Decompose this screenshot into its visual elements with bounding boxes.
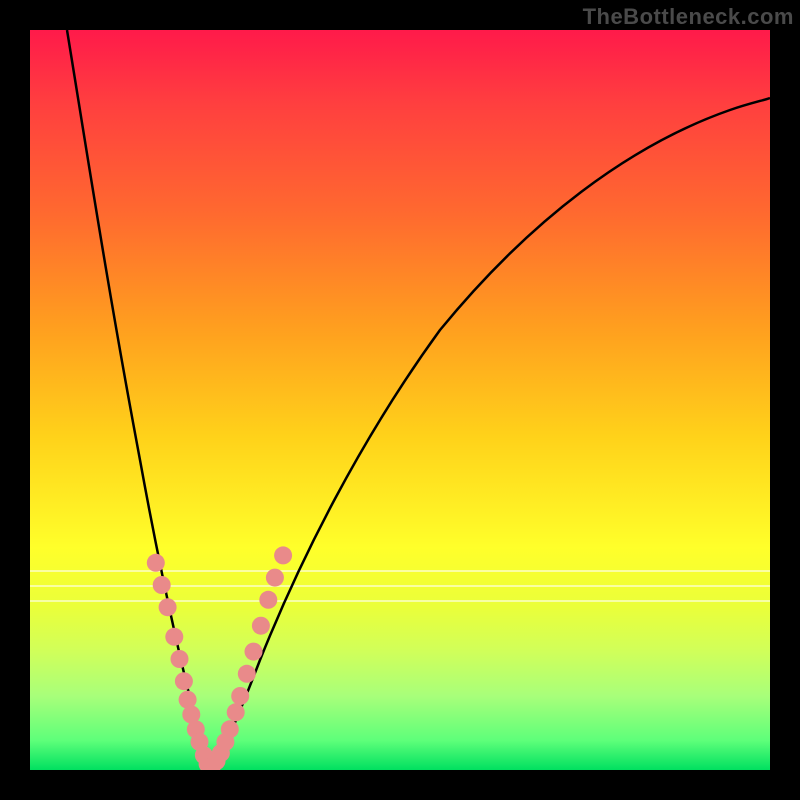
data-dot <box>165 628 183 646</box>
plot-area <box>30 30 770 770</box>
data-dot <box>171 650 189 668</box>
left-arm-curve <box>67 30 212 770</box>
curve-layer <box>30 30 770 770</box>
data-dot <box>175 672 193 690</box>
data-dot <box>245 643 263 661</box>
dot-cluster <box>147 546 292 770</box>
data-dot <box>274 546 292 564</box>
data-dot <box>259 591 277 609</box>
data-dot <box>147 554 165 572</box>
data-dot <box>221 720 239 738</box>
data-dot <box>252 617 270 635</box>
data-dot <box>227 703 245 721</box>
data-dot <box>153 576 171 594</box>
data-dot <box>231 687 249 705</box>
data-dot <box>159 598 177 616</box>
right-arm-curve <box>212 98 770 770</box>
data-dot <box>266 569 284 587</box>
data-dot <box>238 665 256 683</box>
watermark-text: TheBottleneck.com <box>583 4 794 30</box>
